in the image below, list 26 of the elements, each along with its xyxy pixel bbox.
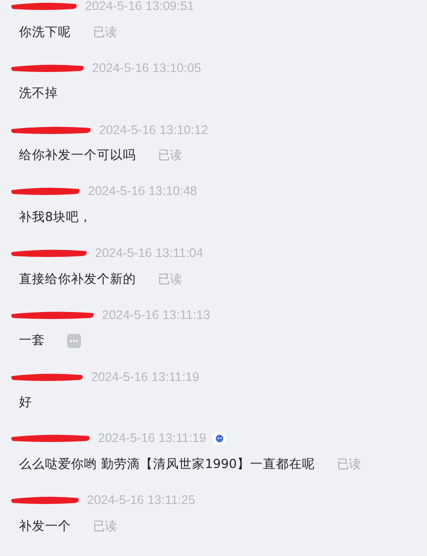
message-time: 2024-5-16 13:09:51 — [85, 0, 194, 13]
message-text: 补发一个 — [19, 518, 71, 535]
message-time: 2024-5-16 13:10:05 — [92, 60, 202, 75]
message-time: 2024-5-16 13:10:48 — [88, 184, 198, 198]
message-text: 直接给你补发个新的 — [19, 270, 136, 288]
message-text: 洗不掉 — [19, 85, 58, 102]
read-status: 已读 — [93, 24, 117, 40]
message-text: 给你补发一个可以吗 — [19, 147, 136, 164]
redaction-mark — [9, 494, 81, 506]
message-time: 2024-5-16 13:11:25 — [87, 493, 196, 508]
message-text: 你洗下呢 — [19, 24, 71, 40]
more-icon[interactable] — [67, 334, 81, 348]
message-time: 2024-5-16 13:11:04 — [95, 246, 204, 260]
read-status: 已读 — [158, 147, 182, 164]
message-time: 2024-5-16 13:10:12 — [99, 122, 208, 137]
read-status: 已读 — [93, 518, 117, 535]
message-time: 2024-5-16 13:11:13 — [102, 308, 210, 322]
message-text: 一套 — [19, 332, 45, 350]
message-time: 2024-5-16 13:11:19 — [98, 431, 206, 446]
message-time: 2024-5-16 13:11:19 — [91, 370, 200, 384]
read-status: 已读 — [158, 270, 182, 288]
message-text: 么么哒爱你哟 勤劳滴【清风世家1990】一直都在呢 — [19, 456, 315, 473]
redaction-mark — [9, 0, 79, 12]
message-text: 补我8块吧， — [19, 208, 92, 226]
read-status: 已读 — [336, 456, 361, 473]
message-text: 好 — [19, 394, 32, 412]
